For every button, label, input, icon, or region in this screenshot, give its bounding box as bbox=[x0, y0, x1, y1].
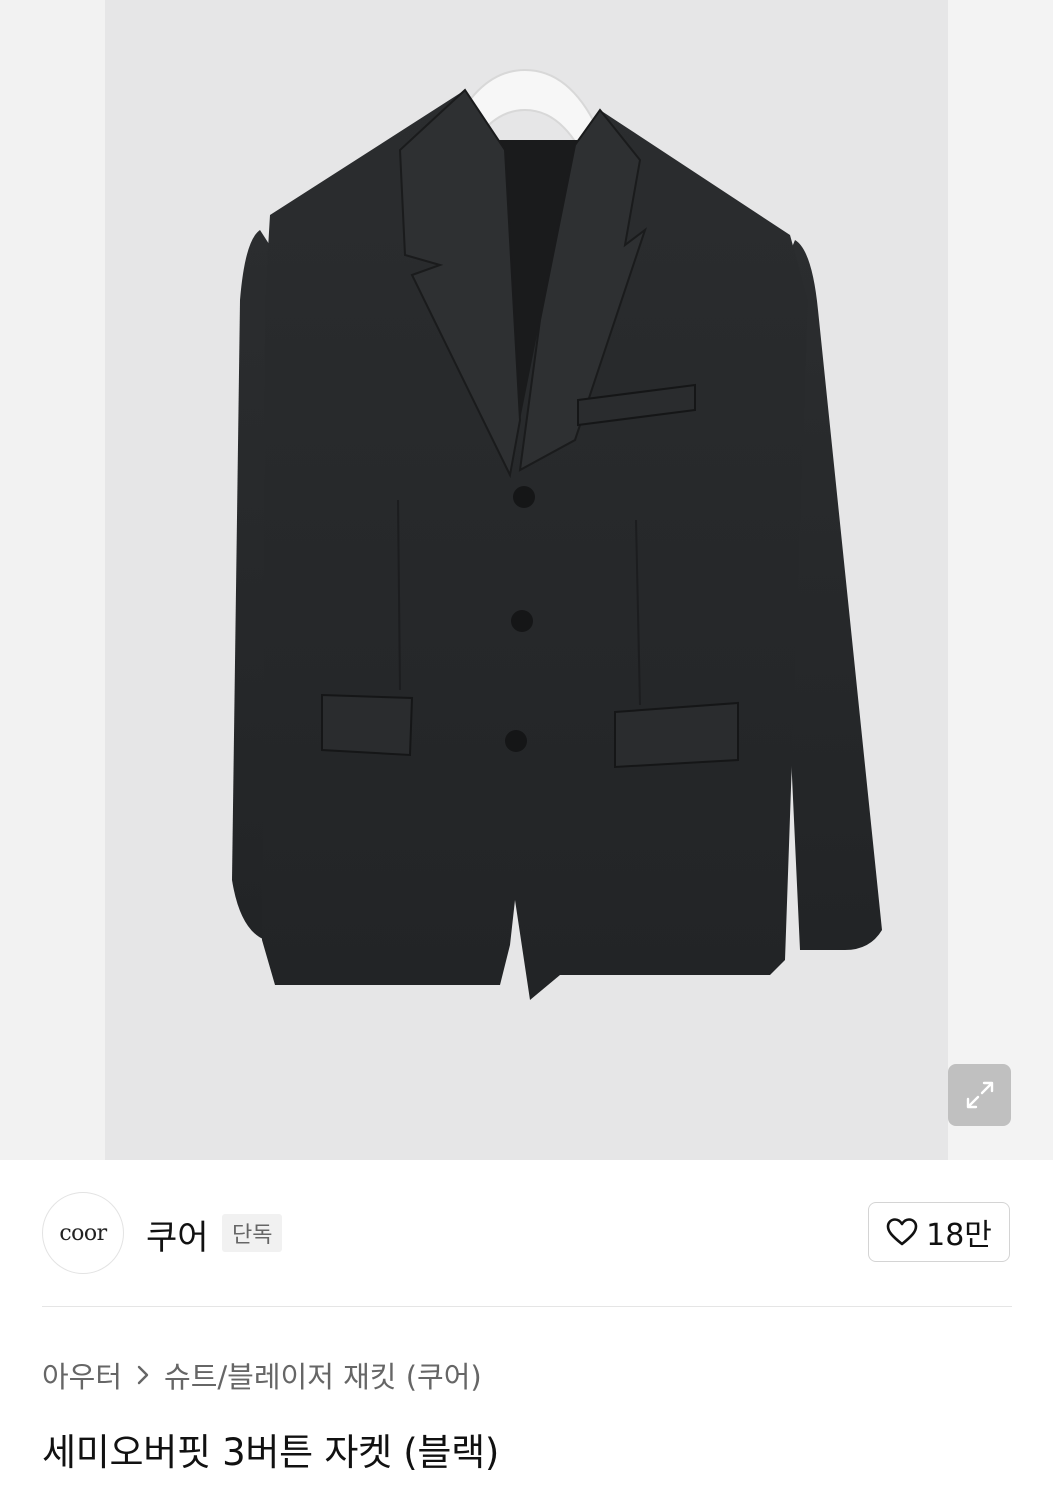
brand-row: coor 쿠어 단독 18만 bbox=[42, 1192, 1012, 1274]
breadcrumb: 아우터 슈트/블레이저 재킷 (쿠어) bbox=[42, 1354, 482, 1396]
brand-logo[interactable]: coor bbox=[42, 1192, 124, 1274]
like-button[interactable]: 18만 bbox=[868, 1202, 1010, 1262]
jacket-photo bbox=[232, 68, 882, 1000]
expand-arrows-icon bbox=[966, 1081, 993, 1109]
product-title: 세미오버핏 3버튼 자켓 (블랙) bbox=[42, 1431, 500, 1474]
breadcrumb-item-outer[interactable]: 아우터 bbox=[42, 1354, 122, 1396]
heart-outline-icon bbox=[886, 1218, 918, 1246]
exclusive-badge: 단독 bbox=[222, 1214, 283, 1252]
brand-name[interactable]: 쿠어 bbox=[146, 1210, 209, 1259]
breadcrumb-item-category[interactable]: 슈트/블레이저 재킷 (쿠어) bbox=[164, 1354, 482, 1396]
expand-image-button[interactable] bbox=[948, 1064, 1011, 1126]
chevron-right-icon bbox=[137, 1365, 149, 1385]
product-image[interactable] bbox=[0, 0, 1053, 1160]
divider bbox=[42, 1306, 1012, 1307]
like-count: 18만 bbox=[926, 1218, 992, 1253]
